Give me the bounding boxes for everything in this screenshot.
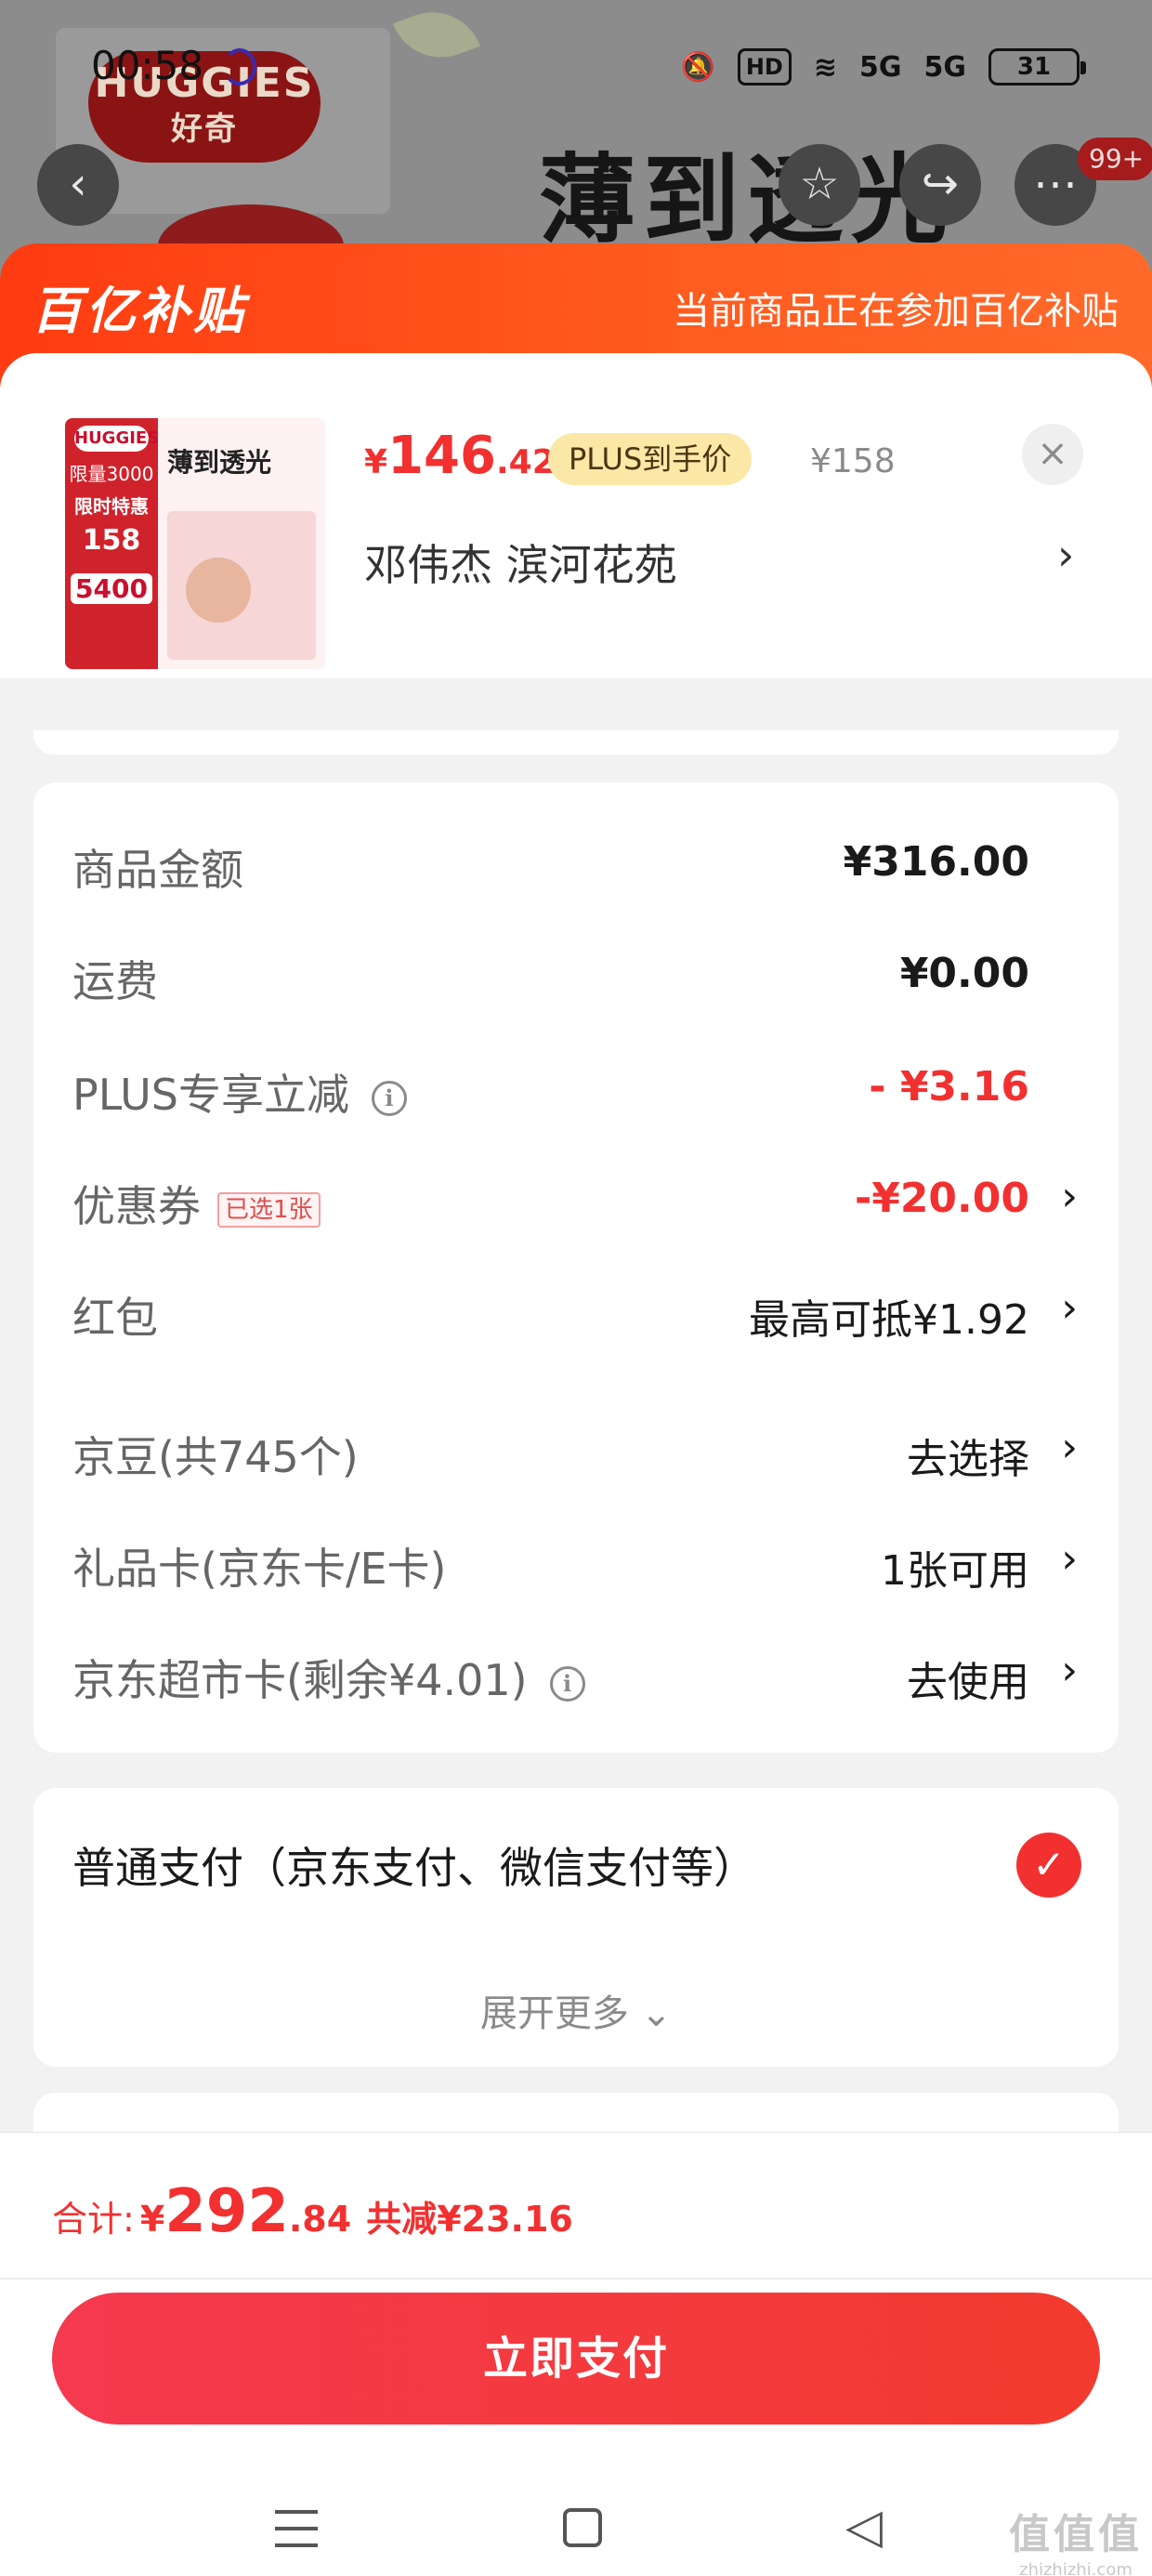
total-saved: 共减¥23.16 — [366, 2199, 573, 2240]
share-icon[interactable]: ↪ — [899, 144, 981, 226]
chevron-right-icon: › — [1061, 1535, 1078, 1583]
menu-icon[interactable] — [275, 2510, 318, 2547]
thumbnail-title: 薄到透光 — [167, 447, 272, 478]
price-details-card-last: 京东超市卡(剩余¥4.01) i 去使用 › — [33, 1619, 1119, 1753]
row-plus-discount: PLUS专享立减 i - ¥3.16 — [72, 1063, 1029, 1120]
message-badge: 99+ — [1078, 138, 1152, 180]
product-price: ¥146.42 — [364, 426, 556, 486]
hd-icon: HD — [737, 48, 792, 85]
close-button[interactable]: × — [1022, 424, 1083, 485]
subsidy-tagline: 当前商品正在参加百亿补贴 — [673, 290, 1119, 333]
payment-method-label[interactable]: 普通支付（京东支付、微信支付等） — [72, 1834, 756, 1896]
mute-icon: 🔕 — [680, 50, 715, 84]
original-price: ¥158 — [810, 442, 896, 480]
home-icon[interactable] — [563, 2508, 602, 2547]
thumbnail-baby-image — [186, 558, 251, 623]
row-jd-beans[interactable]: 京豆(共745个) 去选择 › — [33, 1414, 1119, 1489]
check-icon[interactable]: ✓ — [1016, 1833, 1081, 1898]
plus-price-tag: PLUS到手价 — [548, 433, 753, 485]
chevron-right-icon: › — [1061, 1284, 1078, 1332]
star-icon[interactable]: ☆ — [779, 144, 860, 226]
watermark-logo: 值值值 zhizhizhi.com — [1009, 2511, 1143, 2576]
subsidy-logo: 百亿补贴 — [32, 282, 247, 340]
shipping-address[interactable]: 邓伟杰 滨河花苑 — [364, 532, 677, 593]
info-icon[interactable]: i — [549, 1665, 585, 1702]
product-card-footer — [33, 730, 1119, 755]
checkout-bottom-bar: 合计: ¥292.84 共减¥23.16 立即支付 ◁ 值值值 zhizhizhi.… — [0, 2132, 1152, 2576]
background-product-page: HUGGIES 好奇 薄到透光 00:58 🔕 HD ≋ 5G 5G 31 ‹ … — [0, 0, 1152, 279]
status-bar: 00:58 🔕 HD ≋ 5G 5G 31 — [0, 37, 1152, 102]
row-gift-card[interactable]: 礼品卡(京东卡/E卡) 1张可用 › — [33, 1526, 1119, 1600]
chevron-right-icon: › — [1061, 1647, 1078, 1694]
row-goods-amount: 商品金额 ¥316.00 — [72, 838, 1029, 895]
expand-more-button[interactable]: 展开更多 ⌄ — [33, 1983, 1119, 2037]
row-shipping-fee: 运费 ¥0.00 — [72, 950, 1029, 1006]
back-triangle-icon[interactable]: ◁ — [845, 2503, 883, 2551]
thumbnail-promo-strip: HUGGIES 限量3000 限时特惠 158 5400 — [65, 418, 159, 669]
row-coupon[interactable]: 优惠券 已选1张 -¥20.00 › — [33, 1163, 1119, 1238]
order-total: 合计: ¥292.84 共减¥23.16 — [52, 2177, 573, 2246]
checkout-screen: HUGGIES 好奇 薄到透光 00:58 🔕 HD ≋ 5G 5G 31 ‹ … — [0, 0, 1152, 2576]
system-navigation-bar: ◁ — [0, 2495, 1152, 2569]
product-card: HUGGIES 限量3000 限时特惠 158 5400 薄到透光 ¥146.4… — [0, 353, 1152, 678]
signal-5g-icon-2: 5G — [923, 50, 967, 84]
divider — [0, 2278, 1152, 2280]
back-button[interactable]: ‹ — [37, 144, 119, 226]
wifi-icon: ≋ — [813, 50, 837, 84]
info-icon[interactable]: i — [371, 1080, 407, 1116]
price-details-card: 商品金额 ¥316.00 运费 ¥0.00 PLUS专享立减 i - ¥3.16 … — [33, 782, 1119, 1392]
status-icons: 🔕 HD ≋ 5G 5G 31 — [680, 48, 1086, 85]
status-time: 00:58 — [91, 43, 204, 88]
row-supermarket-card[interactable]: 京东超市卡(剩余¥4.01) i 去使用 › — [33, 1637, 1119, 1712]
row-red-packet[interactable]: 红包 最高可抵¥1.92 › — [33, 1275, 1119, 1349]
signal-5g-icon: 5G — [859, 50, 902, 84]
chevron-right-icon[interactable]: › — [1057, 530, 1074, 580]
payment-method-card: 普通支付（京东支付、微信支付等） ✓ 展开更多 ⌄ — [33, 1788, 1119, 2067]
product-thumbnail: HUGGIES 限量3000 限时特惠 158 5400 薄到透光 — [65, 418, 325, 669]
battery-icon: 31 — [988, 48, 1086, 85]
coupon-selected-tag: 已选1张 — [217, 1191, 321, 1228]
chevron-right-icon: › — [1061, 1173, 1078, 1220]
pay-now-button[interactable]: 立即支付 — [52, 2293, 1100, 2425]
background-headline: 薄到透光 — [539, 143, 956, 256]
moon-icon — [223, 48, 256, 85]
chevron-right-icon: › — [1061, 1424, 1078, 1471]
